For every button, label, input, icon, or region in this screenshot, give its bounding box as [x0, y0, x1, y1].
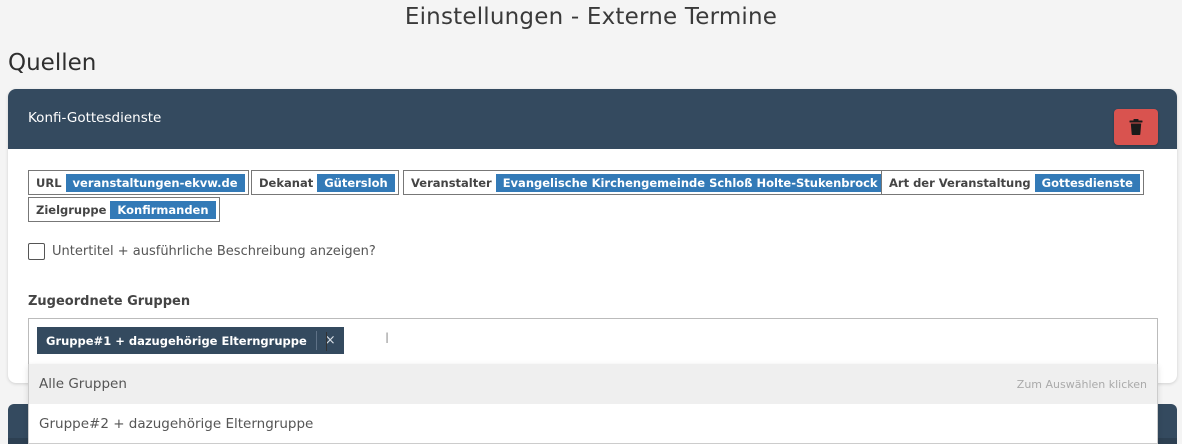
tag-key: Veranstalter: [411, 175, 492, 190]
tag-value: Evangelische Kirchengemeinde Schloß Holt…: [495, 173, 885, 192]
tag-art: Art der Veranstaltung Gottesdienste: [881, 170, 1144, 195]
chip-remove-icon[interactable]: ×: [317, 333, 344, 348]
tag-dekanat: Dekanat Gütersloh: [251, 170, 399, 195]
description-checkbox[interactable]: [28, 243, 45, 260]
groups-multiselect[interactable]: Gruppe#1 + dazugehörige Elterngruppe × I: [28, 318, 1158, 364]
tag-key: Zielgruppe: [36, 202, 107, 217]
tag-value: Gottesdienste: [1034, 173, 1140, 192]
dropdown-option[interactable]: Alle Gruppen Zum Auswählen klicken: [29, 364, 1157, 404]
option-label: Gruppe#2 + dazugehörige Elterngruppe: [39, 416, 314, 432]
groups-label: Zugeordnete Gruppen: [28, 294, 191, 309]
trash-icon: [1129, 119, 1143, 135]
chip-label: Gruppe#1 + dazugehörige Elterngruppe: [46, 333, 307, 348]
delete-button[interactable]: [1114, 109, 1158, 145]
selected-group-chip: Gruppe#1 + dazugehörige Elterngruppe ×: [37, 327, 344, 354]
tag-value: Konfirmanden: [110, 200, 216, 219]
text-caret: [326, 332, 327, 351]
tag-url: URL veranstaltungen-ekvw.de: [28, 170, 249, 195]
tag-veranstalter: Veranstalter Evangelische Kirchengemeind…: [403, 170, 889, 195]
checkbox-label: Untertitel + ausführliche Beschreibung a…: [52, 244, 376, 259]
tag-value: Gütersloh: [317, 173, 395, 192]
source-card: Konfi-Gottesdienste URL veranstaltungen-…: [8, 89, 1177, 383]
tag-key: URL: [36, 175, 62, 190]
tag-key: Art der Veranstaltung: [889, 175, 1031, 190]
tag-value: veranstaltungen-ekvw.de: [65, 173, 245, 192]
tag-zielgruppe: Zielgruppe Konfirmanden: [28, 197, 220, 222]
card-title: Konfi-Gottesdienste: [28, 110, 162, 126]
option-label: Alle Gruppen: [39, 376, 127, 392]
section-title: Quellen: [8, 50, 97, 76]
description-checkbox-row[interactable]: Untertitel + ausführliche Beschreibung a…: [28, 243, 376, 260]
option-hint: Zum Auswählen klicken: [1016, 377, 1147, 391]
groups-dropdown: Alle Gruppen Zum Auswählen klicken Grupp…: [28, 364, 1158, 444]
card-header: Konfi-Gottesdienste: [8, 89, 1177, 149]
tag-key: Dekanat: [259, 175, 314, 190]
ibeam-cursor-icon: I: [385, 331, 390, 347]
page-title: Einstellungen - Externe Termine: [404, 4, 778, 30]
dropdown-option[interactable]: Gruppe#2 + dazugehörige Elterngruppe: [29, 404, 1157, 444]
